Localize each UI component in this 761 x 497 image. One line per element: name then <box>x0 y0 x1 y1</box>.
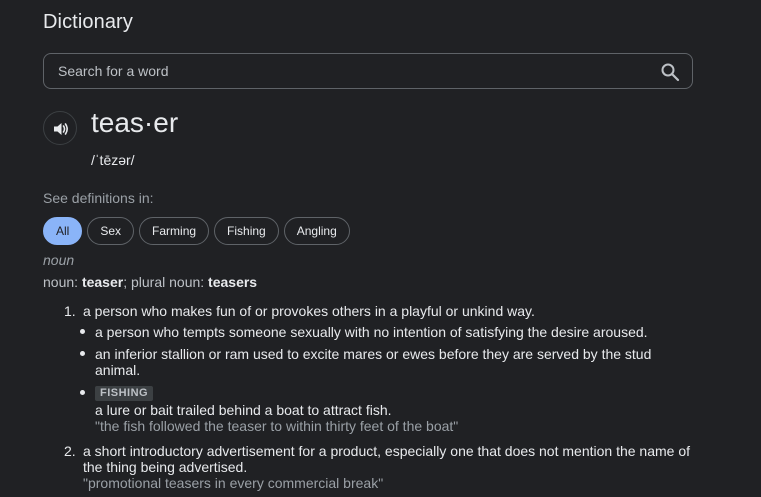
definition-number: 2. <box>64 443 76 459</box>
search-icon[interactable] <box>660 62 680 82</box>
definition-text: a short introductory advertisement for a… <box>83 443 691 459</box>
noun-label: noun <box>43 274 75 290</box>
bullet <box>80 351 85 356</box>
sub-definition-text-cont: animal. <box>95 362 141 378</box>
domain-tag: FISHING <box>95 386 154 401</box>
noun-form: teaser <box>81 274 124 290</box>
chip-sex[interactable]: Sex <box>87 217 135 245</box>
chip-fishing[interactable]: Fishing <box>214 217 279 245</box>
sub-definition-text: a person who tempts someone sexually wit… <box>95 324 648 340</box>
plural-form: teasers <box>208 274 258 290</box>
definition-text-cont: the thing being advertised. <box>83 459 248 475</box>
definition-filter-chips: All Sex Farming Fishing Angling <box>43 217 350 245</box>
headword: teas·er <box>91 107 179 138</box>
definition-number: 1. <box>64 303 76 319</box>
search-box[interactable] <box>43 53 693 89</box>
bullet <box>80 390 85 395</box>
phonetic-spelling: /ˈtēzər/ <box>91 152 135 168</box>
bullet <box>80 329 85 334</box>
pronunciation-button[interactable] <box>43 111 77 145</box>
definition-text: a person who makes fun of or provokes ot… <box>83 303 535 319</box>
chip-angling[interactable]: Angling <box>283 217 350 245</box>
plural-label: plural noun <box>130 274 201 290</box>
page-title: Dictionary <box>43 11 133 33</box>
example-sentence: "the fish followed the teaser to within … <box>95 418 459 434</box>
sub-definition-text: a lure or bait trailed behind a boat to … <box>95 402 392 418</box>
see-definitions-label: See definitions in: <box>43 190 154 206</box>
example-sentence: "promotional teasers in every commercial… <box>83 475 384 491</box>
part-of-speech: noun <box>43 252 75 268</box>
sub-definition-text: an inferior stallion or ram used to exci… <box>95 346 652 362</box>
word-forms: noun: teaser; plural noun: teasers <box>43 274 258 290</box>
chip-all[interactable]: All <box>43 217 83 245</box>
speaker-icon <box>54 123 68 135</box>
chip-farming[interactable]: Farming <box>139 217 210 245</box>
search-input[interactable] <box>44 54 658 88</box>
